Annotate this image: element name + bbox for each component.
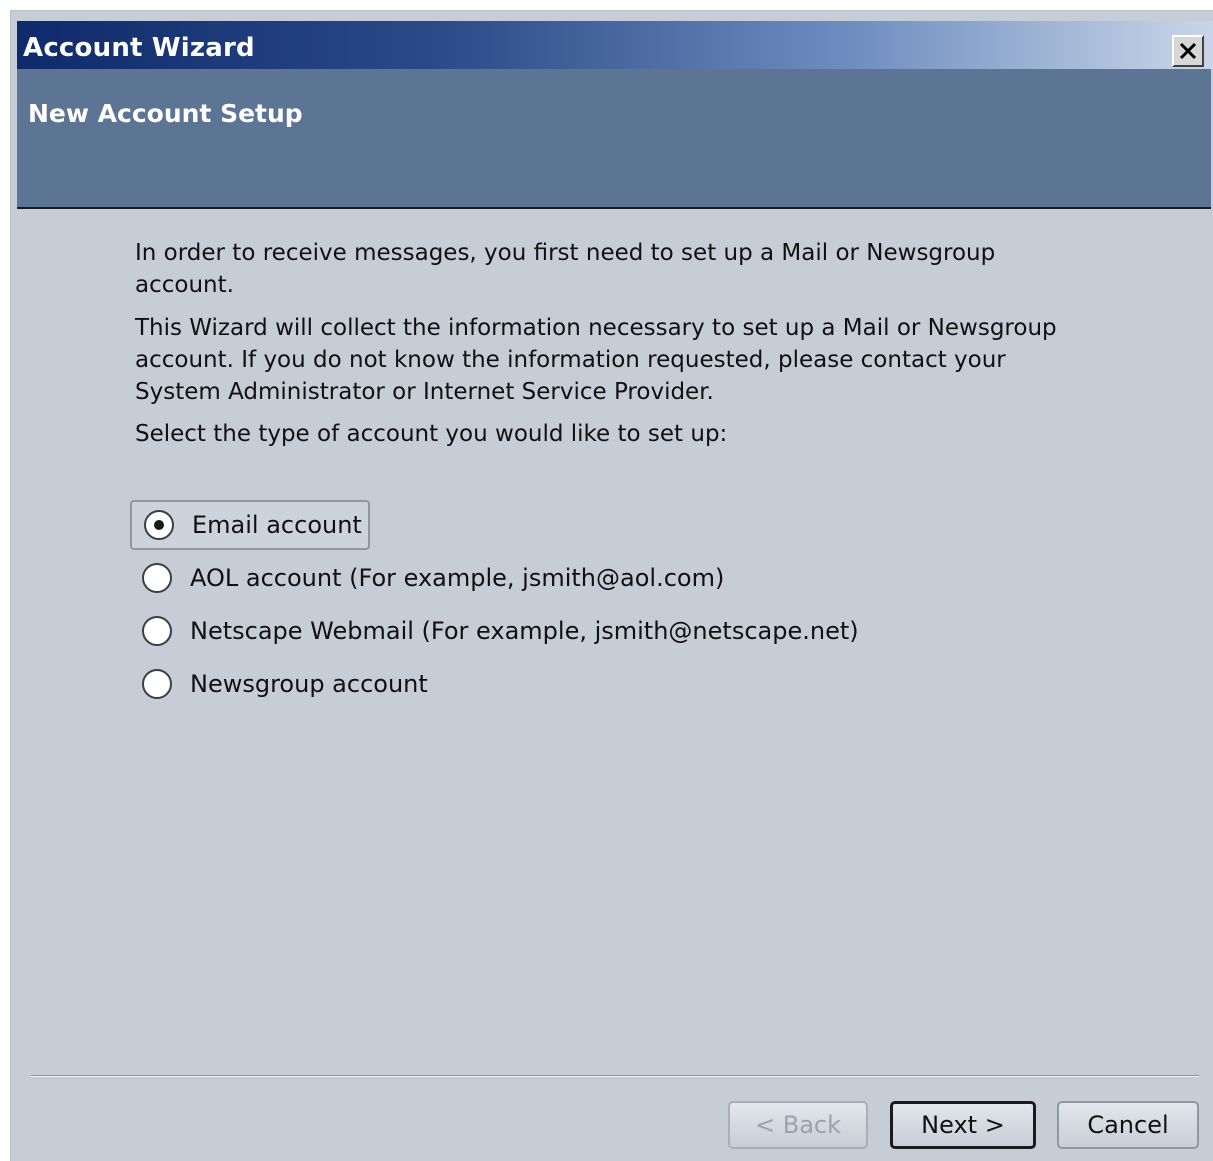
radio-netscape-webmail[interactable]: Netscape Webmail (For example, jsmith@ne…	[130, 606, 859, 656]
radio-button[interactable]	[142, 669, 172, 699]
radio-label: Netscape Webmail (For example, jsmith@ne…	[190, 617, 859, 645]
close-button[interactable]	[1172, 35, 1204, 67]
radio-label: AOL account (For example, jsmith@aol.com…	[190, 564, 725, 592]
intro-paragraph-2: This Wizard will collect the information…	[135, 315, 1057, 405]
account-wizard-window: Account Wizard New Account Setup In orde…	[10, 10, 1213, 1161]
radio-selected-dot	[154, 520, 164, 530]
radio-label: Email account	[192, 511, 362, 539]
window-title: Account Wizard	[23, 33, 255, 63]
account-type-prompt: Select the type of account you would lik…	[135, 421, 728, 447]
next-button[interactable]: Next >	[890, 1101, 1036, 1149]
back-button[interactable]: < Back	[728, 1101, 868, 1149]
radio-aol-account[interactable]: AOL account (For example, jsmith@aol.com…	[130, 553, 724, 603]
radio-label: Newsgroup account	[190, 670, 428, 698]
radio-button[interactable]	[144, 510, 174, 540]
page-title: New Account Setup	[28, 99, 303, 128]
close-icon	[1179, 42, 1197, 60]
intro-paragraph-1: In order to receive messages, you first …	[135, 240, 996, 298]
radio-newsgroup-account[interactable]: Newsgroup account	[130, 659, 428, 709]
title-bar: Account Wizard	[17, 21, 1213, 69]
radio-button[interactable]	[142, 616, 172, 646]
wizard-header: New Account Setup	[17, 69, 1211, 209]
footer-separator	[31, 1075, 1199, 1077]
radio-button[interactable]	[142, 563, 172, 593]
cancel-button[interactable]: Cancel	[1057, 1101, 1199, 1149]
radio-email-account[interactable]: Email account	[130, 500, 370, 550]
